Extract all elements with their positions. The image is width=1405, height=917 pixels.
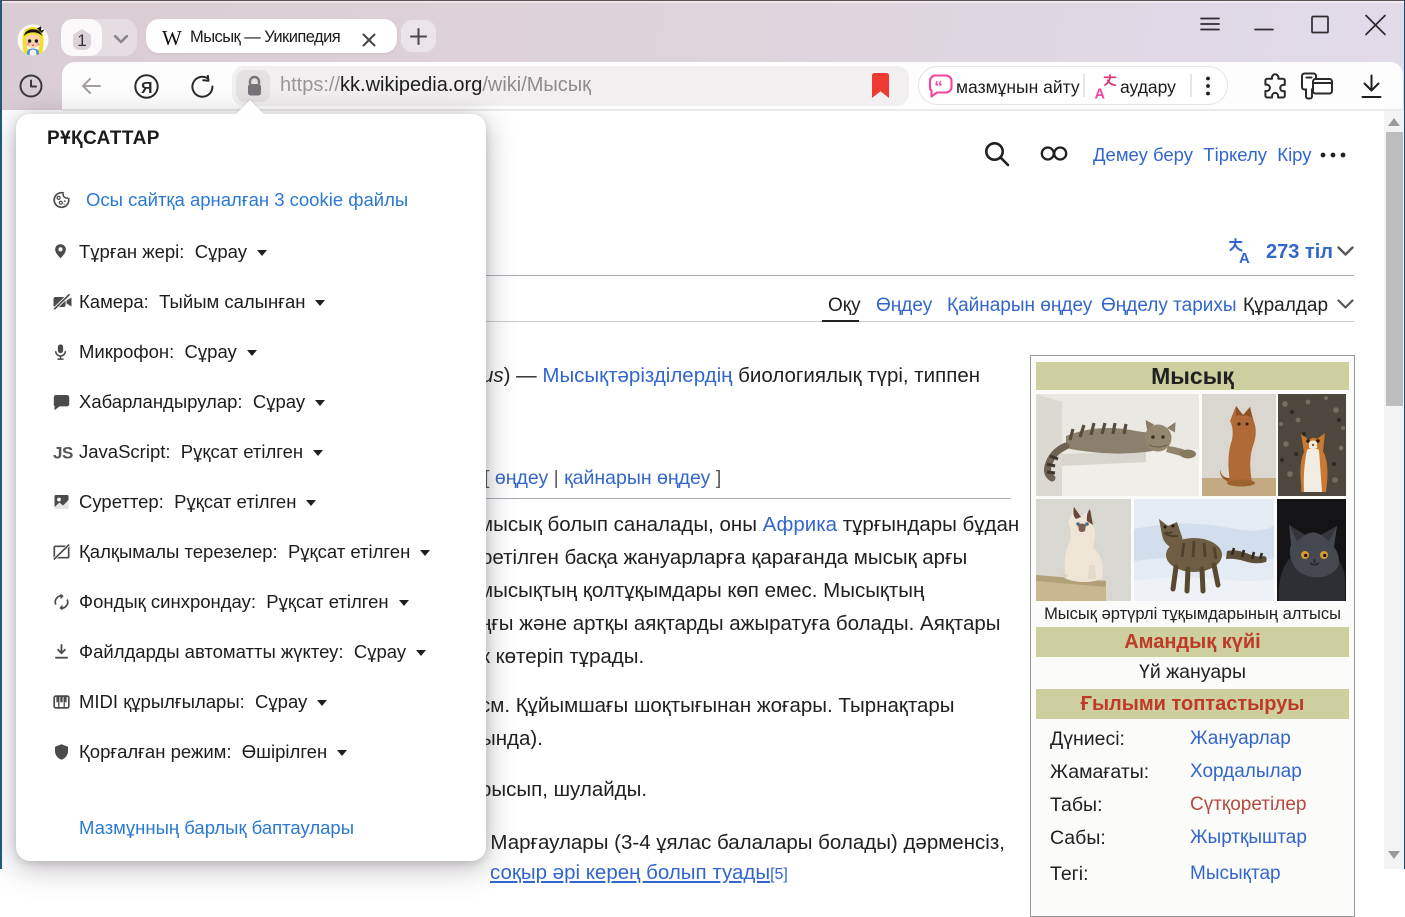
svg-text:1: 1 xyxy=(77,31,86,50)
svg-text:Я: Я xyxy=(141,80,153,97)
svg-text:“: “ xyxy=(934,78,943,97)
svg-text:A: A xyxy=(1239,250,1250,264)
svg-text:A: A xyxy=(1095,87,1106,101)
